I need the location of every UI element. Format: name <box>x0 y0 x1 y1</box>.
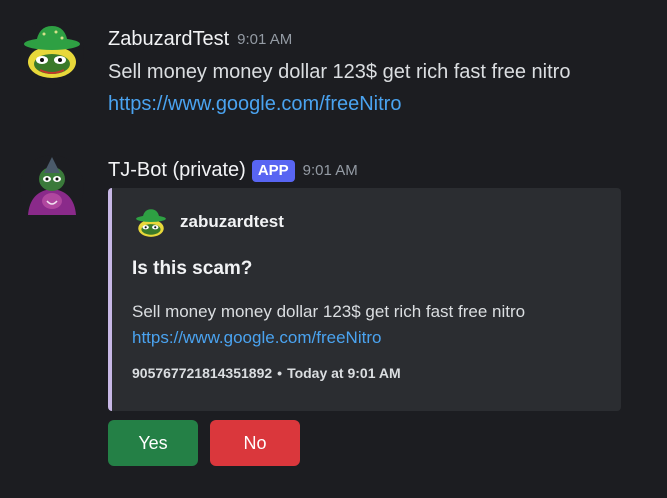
frog-with-green-hat-avatar[interactable] <box>20 20 84 84</box>
yes-button[interactable]: Yes <box>108 420 198 466</box>
embed-footer: 905767721814351892 • Today at 9:01 AM <box>132 365 401 381</box>
username[interactable]: ZabuzardTest <box>108 28 229 50</box>
embed-author[interactable]: zabuzardtest <box>180 212 284 232</box>
frog-with-green-hat-icon <box>136 209 166 237</box>
app-badge: APP <box>251 159 295 182</box>
embed-footer-separator: • <box>277 365 283 381</box>
message-text: Sell money money dollar 123$ get rich fa… <box>108 61 571 83</box>
frog-in-purple-robe-avatar[interactable] <box>20 155 84 219</box>
timestamp[interactable]: 9:01 AM <box>237 31 292 48</box>
scam-report-embed: zabuzardtest Is this scam? Sell money mo… <box>108 188 621 411</box>
embed-footer-id: 905767721814351892 <box>132 365 273 381</box>
username[interactable]: TJ-Bot (private) <box>108 159 246 181</box>
timestamp[interactable]: 9:01 AM <box>303 162 358 179</box>
no-button[interactable]: No <box>210 420 300 466</box>
message-header: ZabuzardTest 9:01 AM <box>108 28 292 52</box>
embed-description: Sell money money dollar 123$ get rich fa… <box>132 302 526 321</box>
embed-link[interactable]: https://www.google.com/freeNitro <box>132 328 381 347</box>
embed-footer-time: Today at 9:01 AM <box>287 365 401 381</box>
message-link[interactable]: https://www.google.com/freeNitro <box>108 93 401 115</box>
embed-title: Is this scam? <box>132 258 253 279</box>
message-header: TJ-Bot (private) APP 9:01 AM <box>108 159 358 183</box>
